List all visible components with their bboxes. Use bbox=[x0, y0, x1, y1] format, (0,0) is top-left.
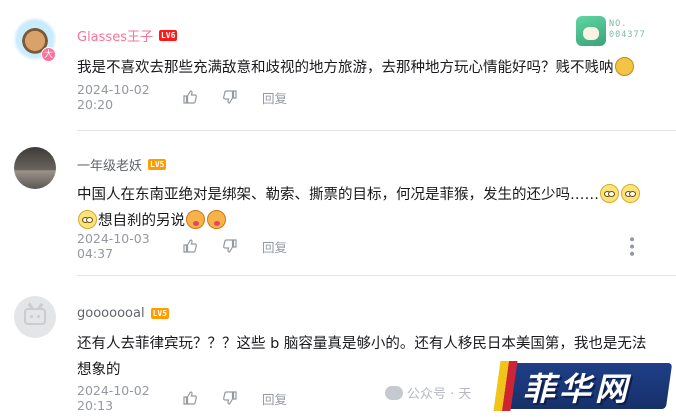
tongue-emoji-icon bbox=[186, 210, 205, 229]
level-badge: LV6 bbox=[158, 30, 178, 41]
username[interactable]: 一年级老妖 bbox=[77, 155, 142, 174]
comment-meta: 2024-10-02 20:20 回复 bbox=[77, 82, 656, 112]
level-badge: LV5 bbox=[148, 159, 167, 170]
username[interactable]: Glasses王子 bbox=[77, 26, 153, 45]
divider bbox=[77, 130, 676, 131]
default-avatar-icon bbox=[24, 308, 46, 325]
dislike-icon[interactable] bbox=[222, 389, 240, 407]
level-badge: LV5 bbox=[150, 308, 170, 319]
comment-time: 2024-10-02 20:13 bbox=[77, 383, 150, 413]
mascot-icon bbox=[576, 16, 606, 46]
avatar[interactable] bbox=[14, 147, 56, 189]
fan-badge-number: NO. 004377 bbox=[609, 19, 646, 40]
dislike-icon[interactable] bbox=[222, 88, 240, 106]
like-icon[interactable] bbox=[182, 389, 200, 407]
eye-roll-emoji-icon bbox=[621, 184, 640, 203]
site-logo-text: 菲华网 bbox=[523, 370, 632, 408]
wechat-watermark: 公众号 · 天 bbox=[385, 383, 471, 402]
reply-button[interactable]: 回复 bbox=[262, 237, 287, 256]
comment-meta: 2024-10-03 04:37 回复 ••• bbox=[77, 231, 656, 261]
comment-time: 2024-10-02 20:20 bbox=[77, 82, 150, 112]
reply-button[interactable]: 回复 bbox=[262, 389, 287, 408]
fan-badge: NO. 004377 bbox=[576, 16, 654, 46]
like-icon[interactable] bbox=[182, 88, 200, 106]
more-options-icon[interactable]: ••• bbox=[623, 235, 639, 257]
site-logo: 菲华网 bbox=[493, 355, 676, 420]
avatar[interactable] bbox=[14, 296, 56, 338]
avatar-vip-badge: 大 bbox=[41, 47, 56, 62]
comment-user: 一年级老妖 LV5 bbox=[77, 155, 167, 174]
comment-time: 2024-10-03 04:37 bbox=[77, 231, 150, 261]
comment-item: 大 Glasses王子 LV6 NO. 004377 我是不喜欢去那些充满敌意和歧… bbox=[0, 0, 676, 122]
dislike-icon[interactable] bbox=[222, 237, 240, 255]
like-icon[interactable] bbox=[182, 237, 200, 255]
reply-button[interactable]: 回复 bbox=[262, 88, 287, 107]
divider bbox=[77, 275, 676, 276]
username[interactable]: gooooooal bbox=[77, 306, 145, 321]
eye-roll-emoji-icon bbox=[600, 184, 619, 203]
tongue-emoji-icon bbox=[207, 210, 226, 229]
comment-user: Glasses王子 LV6 bbox=[77, 26, 178, 45]
comment-text: 中国人在东南亚绝对是绑架、勒索、撕票的目标，何况是菲猴，发生的还少吗…… 想自刹… bbox=[77, 182, 656, 234]
wechat-icon bbox=[385, 385, 403, 400]
comment-user: gooooooal LV5 bbox=[77, 306, 170, 321]
eye-roll-emoji-icon bbox=[78, 210, 97, 229]
comment-text: 我是不喜欢去那些充满敌意和歧视的地方旅游，去那种地方玩心情能好吗？贱不贱呐 bbox=[77, 55, 656, 81]
comment-item: 一年级老妖 LV5 中国人在东南亚绝对是绑架、勒索、撕票的目标，何况是菲猴，发生… bbox=[0, 137, 676, 262]
doge-emoji-icon bbox=[614, 57, 634, 76]
